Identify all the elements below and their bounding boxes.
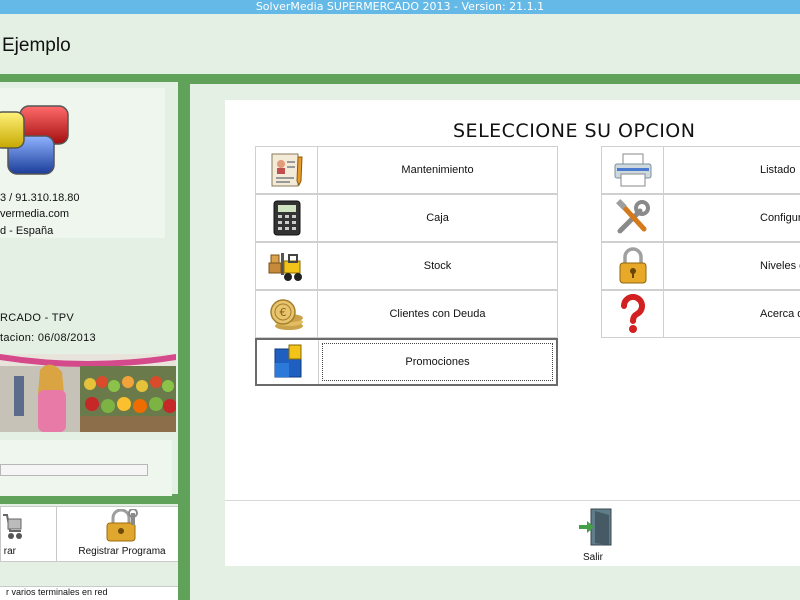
menu-title: SELECCIONE SU OPCION <box>453 120 696 142</box>
exit-panel: Salir <box>225 500 800 566</box>
progress-box <box>0 440 172 496</box>
salir-label: Salir <box>582 552 603 563</box>
right-panel-frame: SELECCIONE SU OPCION Mantenimiento Caja … <box>178 74 800 600</box>
configuracion-label: Configura <box>760 212 800 224</box>
bottom-toolbar: rar Registrar Programa <box>0 506 188 562</box>
cart-button[interactable]: rar <box>0 507 57 561</box>
forklift-icon <box>268 253 302 281</box>
listado-label: Listado <box>760 164 796 176</box>
tools-icon <box>615 199 650 234</box>
caja-button[interactable]: Caja <box>255 194 558 242</box>
configuracion-icon-cell <box>602 195 664 241</box>
listado-button[interactable]: Listado <box>601 146 800 194</box>
padlock-icon <box>619 247 646 284</box>
question-icon <box>620 294 645 333</box>
acerca-de-button[interactable]: Acerca d <box>601 290 800 338</box>
salir-button[interactable]: Salir <box>563 505 623 563</box>
product-name: RCADO - TPV <box>0 312 74 324</box>
stock-label: Stock <box>423 260 452 272</box>
cart-icon <box>3 514 22 539</box>
right-panel: SELECCIONE SU OPCION Mantenimiento Caja … <box>190 84 800 600</box>
activation-date: tacion: 06/08/2013 <box>0 332 96 344</box>
clientes-deuda-label: Clientes con Deuda <box>389 308 486 320</box>
document-icon <box>271 153 303 187</box>
status-text: r varios terminales en red <box>0 586 190 600</box>
cart-button-label: rar <box>3 546 16 557</box>
company-phone: 3 / 91.310.18.80 <box>0 192 80 204</box>
lock-icon <box>106 509 138 542</box>
stock-button[interactable]: Stock <box>255 242 558 290</box>
coins-icon: € <box>269 299 303 330</box>
acerca-de-icon-cell <box>602 291 664 337</box>
listado-icon-cell <box>602 147 664 193</box>
company-location: d - España <box>0 225 54 237</box>
window-titlebar: SolverMedia SUPERMERCADO 2013 - Version:… <box>0 0 800 14</box>
niveles-acceso-icon-cell <box>602 243 664 289</box>
progress-bar <box>0 464 148 476</box>
promociones-button[interactable]: Promociones <box>255 338 558 386</box>
promociones-label: Promociones <box>319 340 556 384</box>
company-logo-icon <box>0 105 69 175</box>
clientes-deuda-button[interactable]: € Clientes con Deuda <box>255 290 558 338</box>
niveles-acceso-label: Niveles de A <box>760 260 800 272</box>
mantenimiento-icon-cell <box>256 147 318 193</box>
exit-door-icon <box>579 508 612 546</box>
promotions-icon <box>274 344 301 378</box>
left-panel: 3 / 91.310.18.80 vermedia.com d - España… <box>0 82 182 496</box>
svg-text:€: € <box>279 306 286 319</box>
supermarket-photo <box>0 354 176 432</box>
caja-icon-cell <box>256 195 318 241</box>
register-program-button[interactable]: Registrar Programa <box>57 507 187 561</box>
calculator-icon <box>273 200 300 236</box>
mantenimiento-button[interactable]: Mantenimiento <box>255 146 558 194</box>
niveles-acceso-button[interactable]: Niveles de A <box>601 242 800 290</box>
menu-panel: SELECCIONE SU OPCION Mantenimiento Caja … <box>225 100 800 500</box>
left-panel-frame: 3 / 91.310.18.80 vermedia.com d - España… <box>0 74 190 504</box>
clientes-deuda-icon-cell: € <box>256 291 318 337</box>
printer-icon <box>614 153 651 187</box>
mantenimiento-label: Mantenimiento <box>401 164 474 176</box>
promociones-icon-cell <box>257 340 319 384</box>
register-program-label: Registrar Programa <box>78 546 166 557</box>
company-info-box: 3 / 91.310.18.80 vermedia.com d - España <box>0 88 165 238</box>
configuracion-button[interactable]: Configura <box>601 194 800 242</box>
app-title: Ejemplo <box>2 35 71 56</box>
acerca-de-label: Acerca d <box>760 308 800 320</box>
company-web: vermedia.com <box>0 208 70 220</box>
stock-icon-cell <box>256 243 318 289</box>
caja-label: Caja <box>426 212 449 224</box>
